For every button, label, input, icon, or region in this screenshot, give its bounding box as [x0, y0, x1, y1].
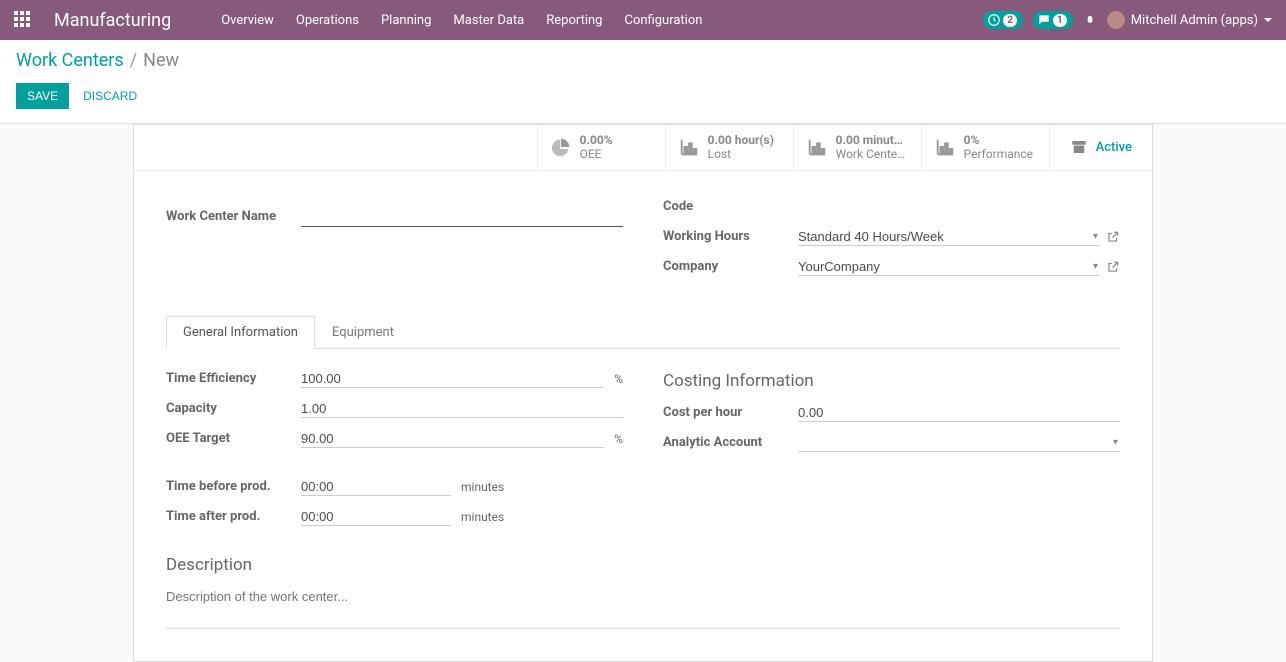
bar-chart-icon [934, 136, 956, 158]
app-name: Manufacturing [54, 10, 171, 31]
nav-configuration[interactable]: Configuration [614, 7, 712, 34]
unit-percent: % [614, 432, 623, 446]
header-fields: Work Center Name Code Working Hours [166, 195, 1120, 285]
time-efficiency-input[interactable] [301, 370, 604, 388]
nav-planning[interactable]: Planning [371, 7, 441, 34]
unit-minutes: minutes [461, 480, 504, 494]
external-link-icon[interactable] [1106, 230, 1120, 244]
discard-button[interactable]: DISCARD [73, 83, 147, 109]
external-link-icon[interactable] [1106, 260, 1120, 274]
chat-icon [1037, 13, 1051, 27]
breadcrumb-sep: / [130, 50, 137, 71]
label-cost-per-hour: Cost per hour [663, 405, 798, 420]
bar-chart-icon [806, 136, 828, 158]
archive-icon [1070, 138, 1088, 156]
pie-chart-icon [550, 136, 572, 158]
analytic-account-input[interactable] [798, 434, 1120, 452]
label-capacity: Capacity [166, 401, 301, 416]
label-time-before: Time before prod. [166, 479, 301, 494]
sheet-body: Work Center Name Code Working Hours [134, 171, 1152, 661]
time-after-input[interactable] [301, 508, 451, 526]
button-row: SAVE DISCARD [16, 83, 1270, 109]
label-time-after: Time after prod. [166, 509, 301, 524]
save-button[interactable]: SAVE [16, 83, 69, 109]
user-menu[interactable]: Mitchell Admin (apps) [1107, 11, 1272, 29]
breadcrumb-parent[interactable]: Work Centers [16, 50, 124, 71]
apps-icon[interactable] [14, 11, 32, 29]
tab-general-information[interactable]: General Information [166, 316, 315, 349]
tab-general-content: Time Efficiency % Capacity OEE Targe [166, 367, 1120, 535]
avatar [1107, 11, 1125, 29]
stat-load[interactable]: 0.00 minute(s) Work Center ... [793, 125, 921, 170]
nav-links: Overview Operations Planning Master Data… [211, 7, 712, 34]
nav-reporting[interactable]: Reporting [536, 7, 612, 34]
stat-button-row: 0.00% OEE 0.00 hour(s) Lost 0.00 minute(… [134, 125, 1152, 171]
unit-minutes: minutes [461, 510, 504, 524]
capacity-input[interactable] [301, 400, 623, 418]
nav-operations[interactable]: Operations [286, 7, 369, 34]
oee-target-input[interactable] [301, 430, 604, 448]
description-input[interactable] [166, 585, 1120, 608]
working-hours-input[interactable] [798, 228, 1100, 246]
messaging-badge: 1 [1053, 14, 1067, 27]
form-sheet: 0.00% OEE 0.00 hour(s) Lost 0.00 minute(… [133, 124, 1153, 662]
company-input[interactable] [798, 258, 1100, 276]
activity-pill[interactable]: 2 [983, 11, 1023, 29]
breadcrumb-current: New [143, 50, 179, 71]
stat-performance[interactable]: 0% Performance [921, 125, 1049, 170]
stat-lost-label: Lost [708, 147, 774, 161]
form-container: 0.00% OEE 0.00 hour(s) Lost 0.00 minute(… [0, 124, 1286, 662]
clock-icon [987, 13, 1001, 27]
label-company: Company [663, 259, 798, 274]
stat-oee-value: 0.00% [580, 133, 613, 147]
label-code: Code [663, 199, 798, 214]
section-description: Description [166, 555, 1120, 575]
stat-lost-value: 0.00 hour(s) [708, 133, 774, 147]
stat-load-value: 0.00 minute(s) [836, 133, 909, 147]
topbar-right: 2 1 Mitchell Admin (apps) [983, 11, 1272, 29]
label-work-center-name: Work Center Name [166, 209, 301, 224]
work-center-name-input[interactable] [301, 206, 623, 227]
label-time-efficiency: Time Efficiency [166, 371, 301, 386]
label-working-hours: Working Hours [663, 229, 798, 244]
caret-down-icon [1264, 18, 1272, 22]
stat-oee[interactable]: 0.00% OEE [537, 125, 665, 170]
user-name: Mitchell Admin (apps) [1131, 13, 1258, 28]
time-before-input[interactable] [301, 478, 451, 496]
stat-perf-value: 0% [964, 133, 1033, 147]
stat-load-label: Work Center ... [836, 147, 909, 161]
stat-active-toggle[interactable]: Active [1049, 125, 1152, 170]
section-costing: Costing Information [663, 371, 1120, 391]
nav-overview[interactable]: Overview [211, 7, 284, 34]
tab-equipment[interactable]: Equipment [315, 316, 411, 349]
tabs: General Information Equipment [166, 315, 1120, 349]
topbar: Manufacturing Overview Operations Planni… [0, 0, 1286, 40]
control-panel: Work Centers / New SAVE DISCARD [0, 40, 1286, 124]
unit-percent: % [614, 372, 623, 386]
divider [166, 628, 1120, 629]
breadcrumb: Work Centers / New [16, 50, 1270, 71]
messaging-pill[interactable]: 1 [1033, 11, 1073, 29]
debug-icon[interactable] [1083, 13, 1097, 27]
stat-lost[interactable]: 0.00 hour(s) Lost [665, 125, 793, 170]
stat-oee-label: OEE [580, 147, 613, 161]
label-oee-target: OEE Target [166, 431, 301, 446]
nav-master-data[interactable]: Master Data [443, 7, 534, 34]
bar-chart-icon [678, 136, 700, 158]
activity-badge: 2 [1003, 14, 1017, 27]
label-analytic-account: Analytic Account [663, 435, 798, 450]
description-section: Description [166, 555, 1120, 629]
active-label: Active [1096, 140, 1132, 155]
cost-per-hour-input[interactable] [798, 404, 1120, 422]
stat-perf-label: Performance [964, 147, 1033, 161]
